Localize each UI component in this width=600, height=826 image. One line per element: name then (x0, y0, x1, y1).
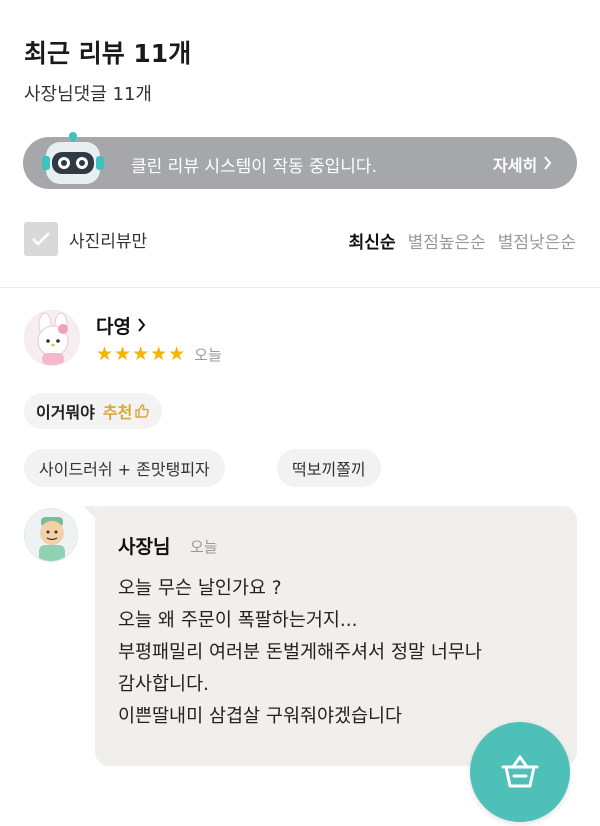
check-icon (32, 232, 50, 246)
reviews-title: 최근 리뷰 11개 (24, 39, 192, 68)
recommend-word-wrap: 추천 (103, 399, 150, 423)
reply-line: 오늘 무슨 날인가요 ? (118, 578, 282, 599)
sort-options: 최신순 별점높은순 별점낮은순 (349, 228, 576, 253)
chevron-right-icon (137, 315, 146, 337)
recommend-badge: 이거뭐야 추천 (24, 393, 163, 429)
thumbs-up-icon (135, 404, 150, 418)
owner-reply-date: 오늘 (190, 538, 218, 556)
photo-only-checkbox[interactable] (24, 222, 58, 256)
owner-reply-count: 사장님댓글 11개 (24, 84, 152, 105)
chevron-right-icon (543, 155, 552, 174)
recommend-word: 추천 (102, 403, 133, 422)
banner-detail-link[interactable]: 자세히 (493, 152, 552, 176)
section-divider (0, 287, 600, 288)
review-date: 오늘 (194, 345, 222, 364)
user-avatar[interactable] (24, 310, 80, 366)
rating-row: ★★★★★ 오늘 (96, 343, 222, 365)
recommend-item: 이거뭐야 (36, 403, 95, 422)
menu-item-chip: 사이드러쉬 + 존맛탱피자 (24, 449, 225, 487)
star-rating: ★★★★★ (96, 343, 187, 365)
reply-line: 오늘 왜 주문이 폭팔하는거지... (118, 610, 358, 631)
reply-line: 부평패밀리 여러분 돈벌게해주셔서 정말 너무나 (118, 642, 482, 663)
banner-text: 클린 리뷰 시스템이 작동 중입니다. (131, 157, 377, 177)
menu-item-chip: 떡보끼쫄끼 (277, 449, 381, 487)
owner-name: 사장님 (118, 536, 171, 558)
photo-only-label: 사진리뷰만 (69, 231, 148, 252)
sort-low-rating[interactable]: 별점낮은순 (498, 228, 576, 253)
photo-review-filter[interactable]: 사진리뷰만 (24, 222, 147, 256)
owner-reply-text: 오늘 무슨 날인가요 ? 오늘 왜 주문이 폭팔하는거지... 부평패밀리 여러… (118, 573, 568, 733)
reviewer-name-text: 다영 (96, 316, 131, 338)
banner-detail-label: 자세히 (493, 156, 538, 175)
sort-high-rating[interactable]: 별점높은순 (408, 228, 486, 253)
basket-icon (501, 755, 539, 788)
owner-avatar (24, 508, 78, 562)
robot-mascot-icon (40, 128, 106, 190)
reply-line: 감사합니다. (118, 674, 209, 695)
reviewer-name[interactable]: 다영 (96, 312, 146, 339)
sort-latest[interactable]: 최신순 (349, 228, 396, 253)
cart-button[interactable] (470, 722, 570, 822)
